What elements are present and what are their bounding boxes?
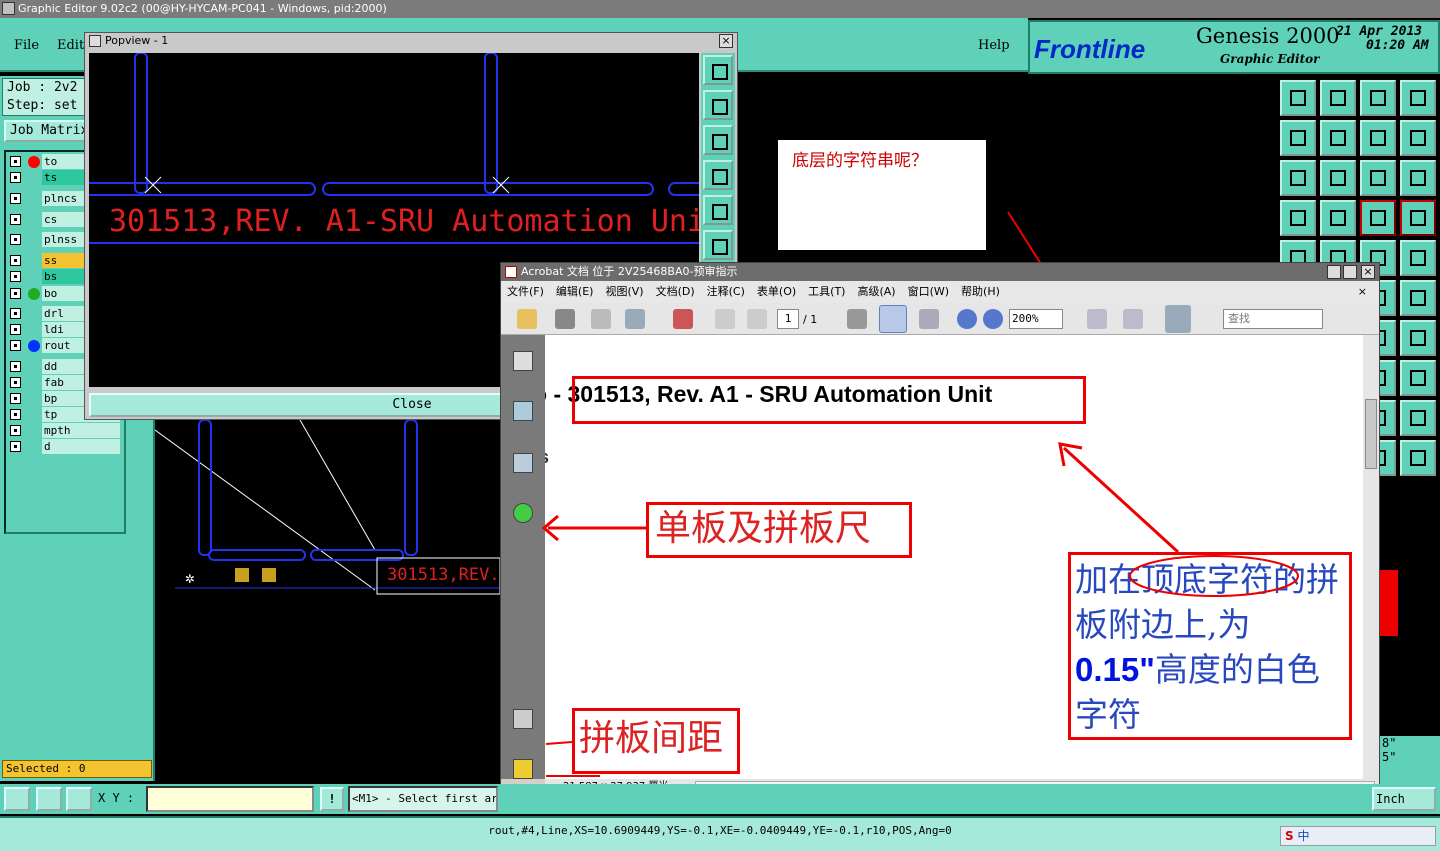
xy-input[interactable] <box>146 786 314 812</box>
ime-toolbar[interactable]: S 中 <box>1280 826 1436 846</box>
ime-lang: 中 <box>1297 829 1310 843</box>
status-bar: rout,#4,Line,XS=10.6909449,YS=-0.1,XE=-0… <box>0 816 1440 851</box>
prompt-text: <M1> - Select first area corner <box>348 786 498 812</box>
units-button[interactable]: Inch <box>1372 787 1436 811</box>
alert-icon[interactable]: ! <box>320 787 344 811</box>
ime-logo-icon: S <box>1285 829 1294 843</box>
status-text: rout,#4,Line,XS=10.6909449,YS=-0.1,XE=-0… <box>488 824 952 837</box>
arrow-line <box>1062 446 1180 554</box>
overlay-arrows <box>541 442 1299 777</box>
grid-tool-icon[interactable] <box>66 787 92 811</box>
highlight-ellipse <box>1129 555 1299 597</box>
arrow-line <box>545 741 573 745</box>
command-bar: X Y : ! <M1> - Select first area corner … <box>0 784 1440 814</box>
xy-label: X Y : <box>98 791 135 805</box>
measure-tool-icon[interactable] <box>36 787 62 811</box>
select-tool-icon[interactable] <box>4 787 30 811</box>
